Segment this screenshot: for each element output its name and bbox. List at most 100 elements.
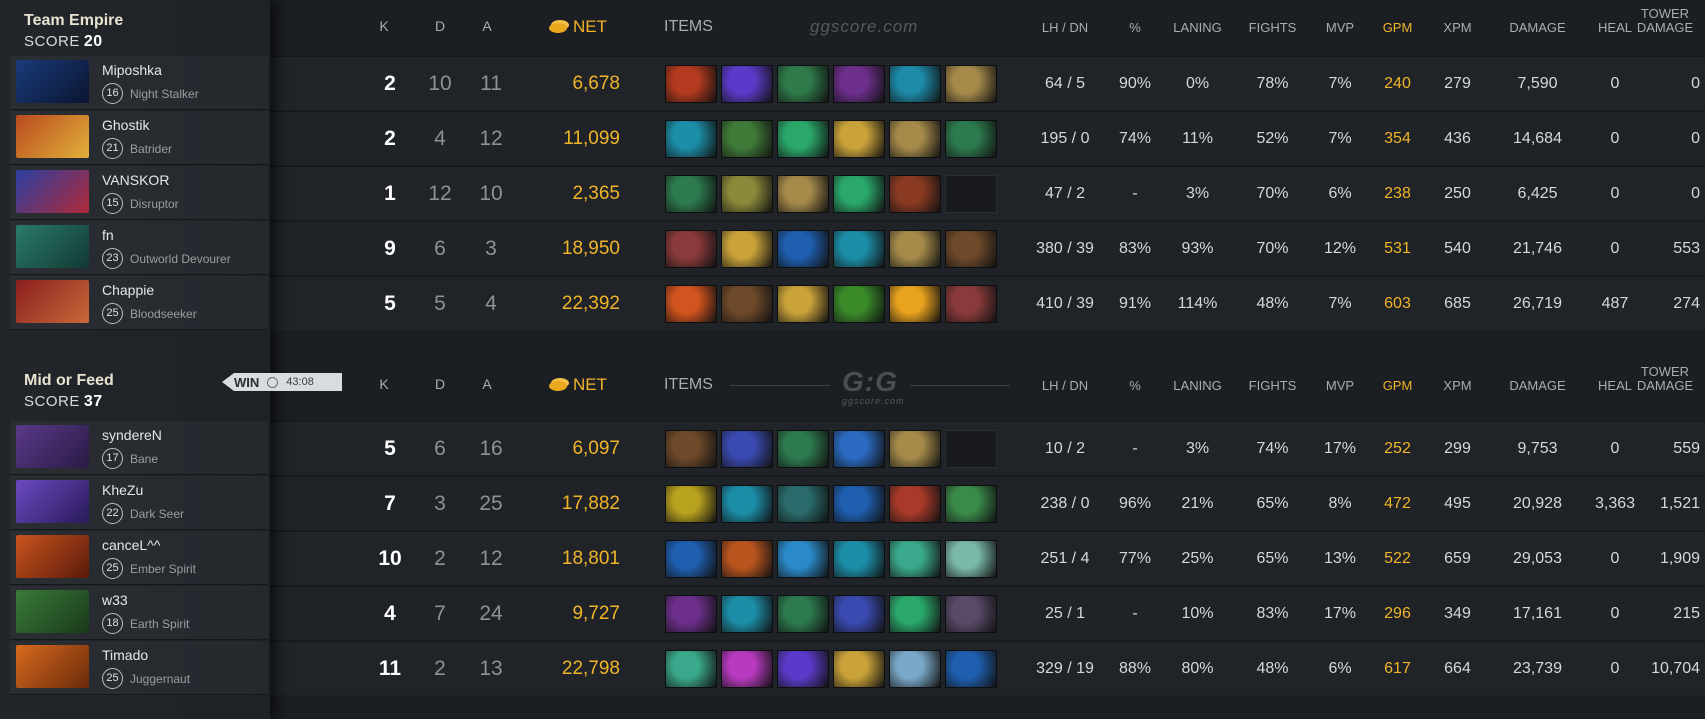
item-icon[interactable] [721, 595, 773, 633]
item-icon[interactable] [665, 595, 717, 633]
item-icon[interactable] [945, 485, 997, 523]
item-icon[interactable] [889, 175, 941, 213]
header-pct[interactable]: % [1110, 378, 1160, 393]
item-icon[interactable] [833, 120, 885, 158]
item-icon[interactable] [777, 285, 829, 323]
item-icon[interactable] [833, 595, 885, 633]
item-icon[interactable] [665, 540, 717, 578]
item-icon[interactable] [945, 540, 997, 578]
item-icon[interactable] [721, 230, 773, 268]
item-icon[interactable] [833, 65, 885, 103]
header-tower-top[interactable]: TOWER [1630, 364, 1700, 379]
player-card[interactable]: Timado 25 Juggernaut [10, 641, 268, 695]
header-d[interactable]: D [425, 376, 455, 392]
header-net[interactable]: NET [538, 17, 618, 37]
item-icon[interactable] [945, 595, 997, 633]
item-icon[interactable] [665, 430, 717, 468]
item-icon[interactable] [945, 650, 997, 688]
item-icon[interactable] [777, 485, 829, 523]
item-icon[interactable] [721, 485, 773, 523]
player-card[interactable]: Chappie 25 Bloodseeker [10, 276, 268, 330]
item-icon[interactable] [721, 175, 773, 213]
player-name[interactable]: syndereN [102, 427, 162, 443]
player-name[interactable]: KheZu [102, 482, 143, 498]
item-icon[interactable] [889, 230, 941, 268]
header-lhdn[interactable]: LH / DN [1020, 20, 1110, 35]
header-k[interactable]: K [369, 18, 399, 34]
player-card[interactable]: fn 23 Outworld Devourer [10, 221, 268, 275]
header-pct[interactable]: % [1110, 20, 1160, 35]
item-icon[interactable] [777, 540, 829, 578]
player-card[interactable]: VANSKOR 15 Disruptor [10, 166, 268, 220]
header-k[interactable]: K [369, 376, 399, 392]
item-icon[interactable] [665, 175, 717, 213]
header-laning[interactable]: LANING [1165, 20, 1230, 35]
header-a[interactable]: A [472, 376, 502, 392]
item-icon[interactable] [833, 230, 885, 268]
player-card[interactable]: canceL^^ 25 Ember Spirit [10, 531, 268, 585]
item-icon[interactable] [665, 285, 717, 323]
header-tower-top[interactable]: TOWER [1630, 6, 1700, 21]
player-name[interactable]: w33 [102, 592, 128, 608]
item-icon[interactable] [833, 540, 885, 578]
item-icon[interactable] [889, 540, 941, 578]
item-icon[interactable] [721, 430, 773, 468]
item-icon[interactable] [889, 120, 941, 158]
item-icon[interactable] [945, 65, 997, 103]
item-icon[interactable] [777, 430, 829, 468]
item-icon[interactable] [665, 650, 717, 688]
item-icon[interactable] [665, 230, 717, 268]
item-icon[interactable] [889, 595, 941, 633]
header-fights[interactable]: FIGHTS [1240, 378, 1305, 393]
player-name[interactable]: Chappie [102, 282, 154, 298]
header-mvp[interactable]: MVP [1310, 20, 1370, 35]
item-icon[interactable] [665, 485, 717, 523]
empty-item-slot[interactable] [945, 430, 997, 468]
item-icon[interactable] [945, 285, 997, 323]
header-tower-bottom[interactable]: DAMAGE [1630, 20, 1700, 35]
item-icon[interactable] [945, 120, 997, 158]
player-name[interactable]: Timado [102, 647, 148, 663]
item-icon[interactable] [833, 285, 885, 323]
item-icon[interactable] [721, 650, 773, 688]
item-icon[interactable] [833, 175, 885, 213]
item-icon[interactable] [721, 285, 773, 323]
item-icon[interactable] [889, 485, 941, 523]
item-icon[interactable] [833, 430, 885, 468]
item-icon[interactable] [777, 65, 829, 103]
item-icon[interactable] [665, 120, 717, 158]
item-icon[interactable] [721, 540, 773, 578]
header-laning[interactable]: LANING [1165, 378, 1230, 393]
player-card[interactable]: Miposhka 16 Night Stalker [10, 56, 268, 110]
item-icon[interactable] [721, 65, 773, 103]
header-net[interactable]: NET [538, 375, 618, 395]
player-card[interactable]: syndereN 17 Bane [10, 421, 268, 475]
player-name[interactable]: Miposhka [102, 62, 162, 78]
item-icon[interactable] [889, 430, 941, 468]
player-name[interactable]: canceL^^ [102, 537, 160, 553]
header-d[interactable]: D [425, 18, 455, 34]
header-a[interactable]: A [472, 18, 502, 34]
player-name[interactable]: VANSKOR [102, 172, 169, 188]
item-icon[interactable] [777, 650, 829, 688]
item-icon[interactable] [777, 175, 829, 213]
header-gpm[interactable]: GPM [1370, 378, 1425, 393]
item-icon[interactable] [777, 230, 829, 268]
header-mvp[interactable]: MVP [1310, 378, 1370, 393]
player-card[interactable]: Ghostik 21 Batrider [10, 111, 268, 165]
player-card[interactable]: KheZu 22 Dark Seer [10, 476, 268, 530]
header-damage[interactable]: DAMAGE [1495, 20, 1580, 35]
item-icon[interactable] [833, 650, 885, 688]
item-icon[interactable] [889, 650, 941, 688]
header-xpm[interactable]: XPM [1425, 378, 1490, 393]
item-icon[interactable] [889, 285, 941, 323]
header-tower-bottom[interactable]: DAMAGE [1630, 378, 1700, 393]
item-icon[interactable] [889, 65, 941, 103]
header-xpm[interactable]: XPM [1425, 20, 1490, 35]
header-fights[interactable]: FIGHTS [1240, 20, 1305, 35]
player-name[interactable]: fn [102, 227, 114, 243]
header-lhdn[interactable]: LH / DN [1020, 378, 1110, 393]
item-icon[interactable] [833, 485, 885, 523]
item-icon[interactable] [945, 230, 997, 268]
player-card[interactable]: w33 18 Earth Spirit [10, 586, 268, 640]
